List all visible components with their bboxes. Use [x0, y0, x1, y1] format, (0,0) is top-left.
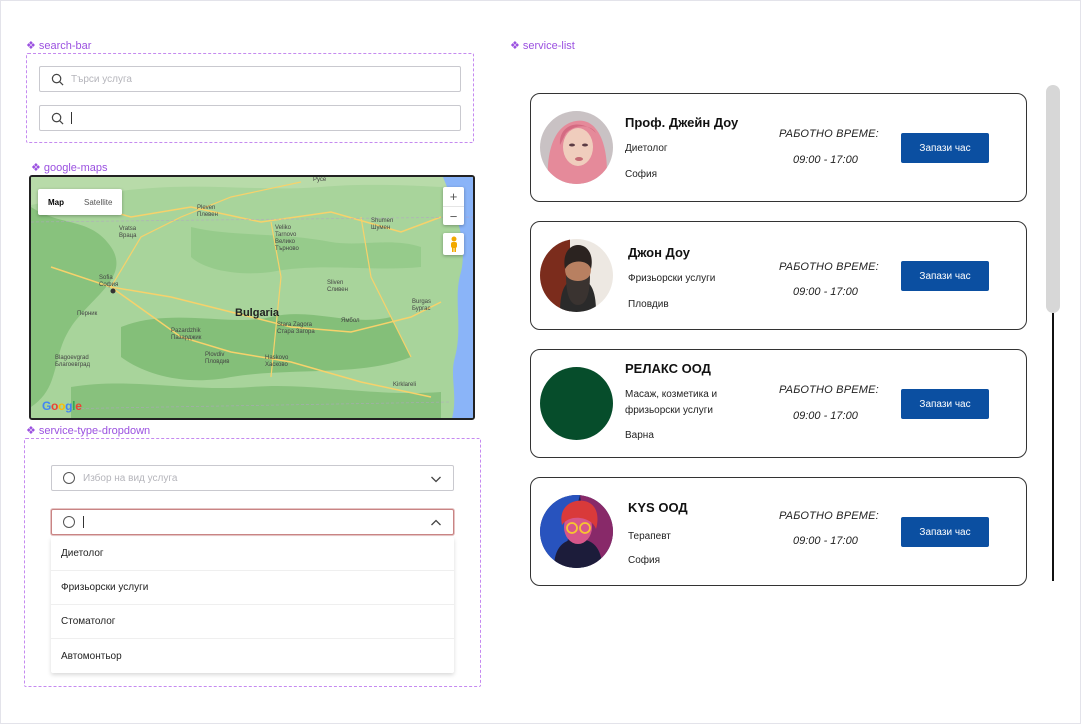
city-label: Kirklareli	[393, 382, 417, 388]
service-type-select[interactable]: Избор на вид услуга	[51, 465, 454, 491]
country-label: Bulgaria	[235, 307, 280, 319]
text-cursor	[83, 516, 84, 528]
book-appointment-button[interactable]: Запази час	[901, 389, 989, 419]
city-label: Stara Zagora Стара Загора	[277, 322, 315, 335]
service-card[interactable]: KYS ООД Терапевт София РАБОТНО ВРЕМЕ: 09…	[530, 477, 1027, 586]
zoom-in-button[interactable]: +	[443, 187, 464, 206]
search-icon	[51, 112, 64, 124]
dropdown-option[interactable]: Диетолог	[51, 537, 454, 571]
circle-icon	[63, 472, 75, 484]
city-label: Перник	[77, 311, 98, 317]
google-map[interactable]: Map Satellite + − Русе Pleven Плевен Vra…	[29, 175, 475, 420]
component-icon: ❖	[26, 40, 36, 52]
city-label: Sliven Сливен	[327, 280, 348, 293]
working-hours-value: 09:00 - 17:00	[793, 410, 858, 422]
annotation-label: search-bar	[38, 39, 92, 52]
google-logo: Google	[42, 399, 82, 413]
component-icon: ❖	[31, 162, 41, 174]
dropdown-options: Диетолог Фризьорски услуги Стоматолог Ав…	[51, 537, 454, 673]
city-label: Shumen Шумен	[371, 218, 394, 231]
service-list-annotation: ❖ service-list	[510, 39, 575, 53]
zoom-out-button[interactable]: −	[443, 206, 464, 225]
service-name: KYS ООД	[628, 500, 688, 515]
service-name: РЕЛАКС ООД	[625, 361, 711, 376]
city-label: Burgas Бургас	[412, 299, 432, 312]
dropdown-option[interactable]: Стоматолог	[51, 605, 454, 639]
service-city: Варна	[625, 430, 654, 441]
component-icon: ❖	[510, 40, 520, 52]
service-category: Масаж, козметика и фризьорски услуги	[625, 389, 718, 416]
working-hours-label: РАБОТНО ВРЕМЕ:	[779, 384, 879, 396]
annotation-label: service-list	[522, 39, 575, 52]
service-card[interactable]: РЕЛАКС ООД Масаж, козметика и фризьорски…	[530, 349, 1027, 458]
city-label: Plovdiv Пловдив	[205, 352, 230, 365]
dropdown-option[interactable]: Автомонтьор	[51, 639, 454, 673]
dropdown-option[interactable]: Фризьорски услуги	[51, 571, 454, 605]
scrollbar-track[interactable]	[1052, 313, 1054, 581]
component-icon: ❖	[26, 425, 36, 437]
city-label: Русе	[313, 177, 327, 183]
pegman-icon[interactable]	[443, 233, 464, 255]
city-label: Veliko Tarnovo Велико Търново	[275, 225, 299, 252]
service-category: Терапевт	[628, 531, 671, 542]
city-label: Blagoevgrad Благоевград	[55, 355, 90, 368]
working-hours-value: 09:00 - 17:00	[793, 535, 858, 547]
working-hours-value: 09:00 - 17:00	[793, 286, 858, 298]
city-label: Ямбол	[341, 318, 360, 324]
service-category: Фризьорски услуги	[628, 273, 716, 284]
service-type-dropdown-annotation: ❖ service-type-dropdown	[26, 424, 151, 438]
service-name: Проф. Джейн Доу	[625, 115, 739, 130]
map-type-satellite-button[interactable]: Satellite	[74, 189, 122, 215]
working-hours-value: 09:00 - 17:00	[793, 154, 858, 166]
service-city: София	[625, 169, 658, 180]
scrollbar-thumb[interactable]	[1046, 85, 1060, 313]
map-type-control: Map Satellite	[38, 189, 123, 215]
city-label: Sofia София	[99, 275, 119, 288]
city-label: Vratsa Враца	[119, 226, 137, 239]
service-card[interactable]: Проф. Джейн Доу Диетолог София РАБОТНО В…	[530, 93, 1027, 202]
service-card[interactable]: Джон Доу Фризьорски услуги Пловдив РАБОТ…	[530, 221, 1027, 330]
text-cursor	[71, 112, 72, 124]
service-city: Пловдив	[628, 299, 669, 310]
avatar	[540, 495, 613, 568]
google-maps-annotation: ❖ google-maps	[31, 161, 108, 175]
avatar	[540, 239, 613, 312]
chevron-down-icon	[431, 476, 441, 483]
avatar	[540, 367, 613, 440]
service-category: Диетолог	[625, 143, 668, 154]
service-name: Джон Доу	[628, 245, 690, 260]
book-appointment-button[interactable]: Запази час	[901, 133, 989, 163]
search-input-active[interactable]	[39, 105, 461, 131]
annotation-label: google-maps	[43, 161, 108, 174]
avatar	[540, 111, 613, 184]
search-bar: Търси услуга	[26, 53, 474, 143]
book-appointment-button[interactable]: Запази час	[901, 517, 989, 547]
book-appointment-button[interactable]: Запази час	[901, 261, 989, 291]
service-city: София	[628, 555, 661, 566]
working-hours-label: РАБОТНО ВРЕМЕ:	[779, 261, 879, 273]
chevron-up-icon	[431, 519, 441, 526]
working-hours-label: РАБОТНО ВРЕМЕ:	[779, 128, 879, 140]
city-label: Pazardzhik Пазарджик	[171, 328, 202, 341]
circle-icon	[63, 516, 75, 528]
page: ❖ search-bar Търси услуга ❖ google-maps	[0, 0, 1081, 724]
annotation-label: service-type-dropdown	[38, 424, 151, 437]
map-type-map-button[interactable]: Map	[38, 189, 74, 215]
search-input[interactable]: Търси услуга	[39, 66, 461, 92]
city-label: Haskovo Хасково	[265, 355, 289, 368]
working-hours-label: РАБОТНО ВРЕМЕ:	[779, 510, 879, 522]
city-label: Pleven Плевен	[197, 205, 218, 218]
select-placeholder: Избор на вид услуга	[83, 472, 178, 484]
search-icon	[51, 73, 64, 85]
search-placeholder: Търси услуга	[71, 73, 132, 85]
zoom-control: + −	[443, 187, 464, 225]
service-type-select-open[interactable]	[51, 509, 454, 535]
search-bar-annotation: ❖ search-bar	[26, 39, 92, 53]
